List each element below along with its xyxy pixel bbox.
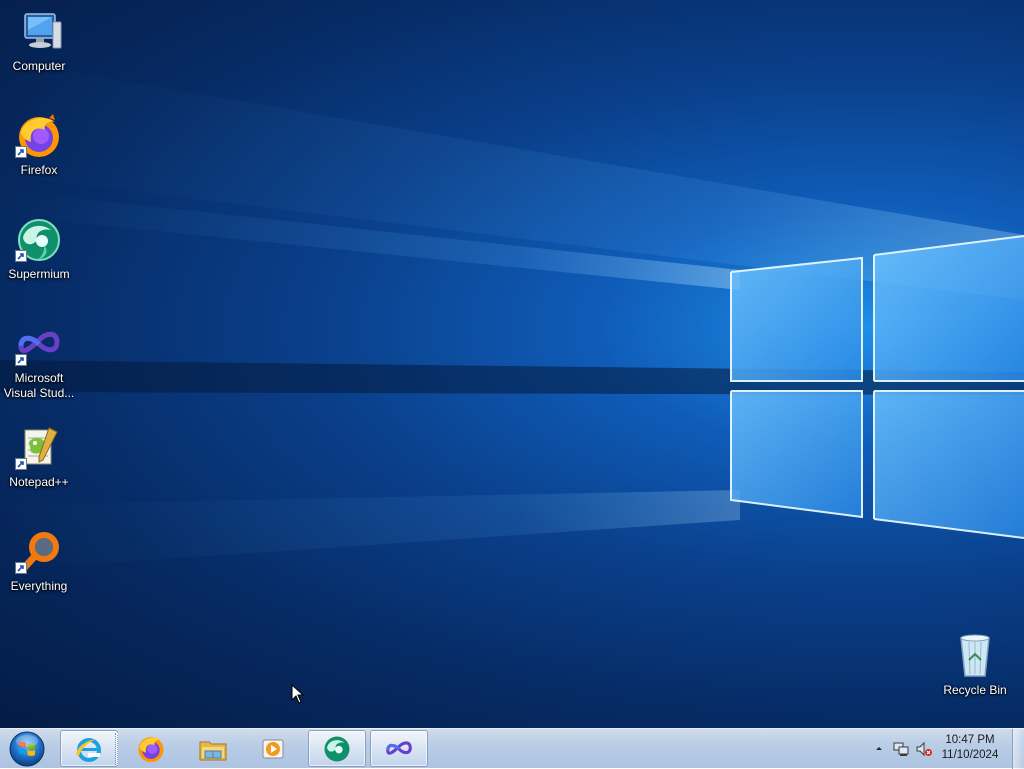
windows-start-orb-icon (9, 731, 45, 767)
desktop-icon-label: Firefox (20, 163, 58, 177)
taskbar: 10:47 PM 11/10/2024 (0, 728, 1024, 769)
desktop-icon-supermium[interactable]: Supermium (1, 216, 77, 282)
taskbar-button-windows-explorer[interactable] (184, 730, 242, 767)
clock[interactable]: 10:47 PM 11/10/2024 (932, 733, 1008, 763)
taskbar-button-firefox[interactable] (122, 730, 180, 767)
desktop-icon-label: Microsoft Visual Stud... (3, 371, 75, 400)
desktop-icon-label: Recycle Bin (943, 683, 1007, 697)
media-player-icon (262, 739, 284, 758)
firefox-icon (15, 112, 63, 160)
desktop-icon-label: Computer (12, 59, 66, 73)
visual-studio-icon (15, 320, 63, 368)
show-hidden-icons-chevron-icon[interactable] (874, 743, 884, 753)
taskbar-separator (115, 733, 118, 765)
desktop-icon-label: Supermium (8, 267, 70, 281)
taskbar-button-internet-explorer[interactable] (60, 730, 118, 767)
taskbar-button-media-player[interactable] (244, 730, 302, 767)
notepad-plus-plus-icon (15, 424, 63, 472)
desktop-icon-everything[interactable]: Everything (1, 528, 77, 594)
network-icon[interactable] (892, 740, 910, 758)
computer-icon (15, 8, 63, 56)
shortcut-arrow-icon (15, 250, 27, 262)
desktop-icon-label: Notepad++ (9, 475, 69, 489)
clock-date: 11/10/2024 (941, 749, 999, 761)
everything-search-icon (15, 528, 63, 576)
wallpaper-windows-light (0, 60, 1024, 570)
supermium-icon (15, 216, 63, 264)
firefox-icon (138, 736, 164, 762)
folder-icon (199, 741, 227, 760)
shortcut-arrow-icon (15, 458, 27, 470)
mouse-pointer-icon (291, 684, 304, 704)
start-button[interactable] (4, 730, 50, 768)
shortcut-arrow-icon (15, 354, 27, 366)
notification-area: 10:47 PM 11/10/2024 (864, 729, 1024, 769)
show-desktop-button[interactable] (1012, 729, 1024, 769)
desktop-icon-computer[interactable]: Computer (1, 8, 77, 74)
clock-time: 10:47 PM (945, 734, 995, 746)
internet-explorer-icon (76, 737, 101, 762)
shortcut-arrow-icon (15, 146, 27, 158)
shortcut-arrow-icon (15, 562, 27, 574)
recycle-bin-icon (951, 632, 999, 680)
visual-studio-icon (386, 740, 412, 755)
desktop-icon-label: Everything (10, 579, 68, 593)
taskbar-button-supermium[interactable] (308, 730, 366, 767)
desktop-icon-visual-studio[interactable]: Microsoft Visual Stud... (1, 320, 77, 401)
supermium-icon (324, 736, 350, 761)
desktop[interactable]: Computer Firefox Supermium Microsoft Vis… (0, 0, 1024, 728)
desktop-icon-firefox[interactable]: Firefox (1, 112, 77, 178)
volume-muted-icon[interactable] (915, 740, 933, 758)
desktop-icon-notepad-plus-plus[interactable]: Notepad++ (1, 424, 77, 490)
desktop-icon-recycle-bin[interactable]: Recycle Bin (937, 632, 1013, 698)
taskbar-button-visual-studio[interactable] (370, 730, 428, 767)
